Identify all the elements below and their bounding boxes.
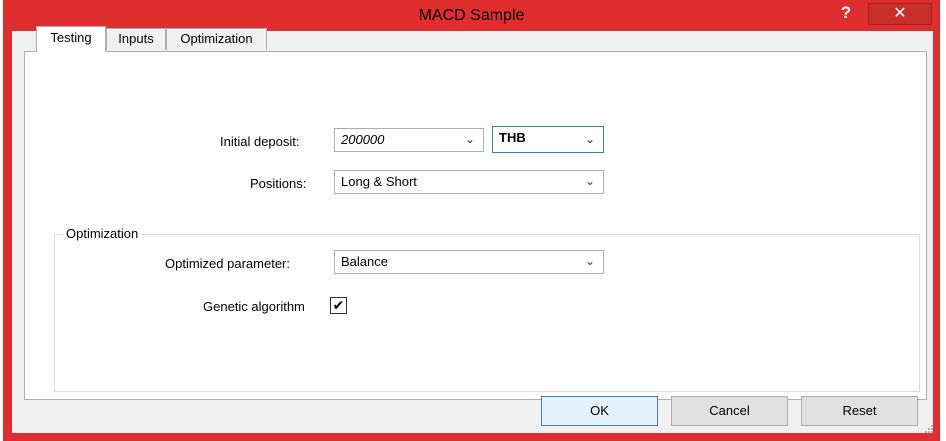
title-bar[interactable]: MACD Sample ? ✕ bbox=[3, 0, 940, 31]
currency-value: THB bbox=[499, 130, 526, 145]
chevron-down-icon: ⌄ bbox=[584, 132, 595, 146]
positions-dropdown[interactable]: Long & Short ⌄ bbox=[334, 170, 604, 194]
initial-deposit-value: 200000 bbox=[341, 132, 385, 147]
optimized-parameter-label: Optimized parameter: bbox=[165, 256, 290, 271]
checkmark-icon: ✔ bbox=[332, 297, 345, 313]
resize-grip-icon[interactable] bbox=[924, 424, 934, 434]
chevron-down-icon: ⌄ bbox=[584, 174, 595, 188]
window-title: MACD Sample bbox=[418, 7, 525, 24]
chevron-down-icon: ⌄ bbox=[584, 254, 595, 268]
cancel-button[interactable]: Cancel bbox=[671, 396, 788, 426]
positions-value: Long & Short bbox=[341, 174, 417, 189]
optimized-parameter-dropdown[interactable]: Balance ⌄ bbox=[334, 250, 604, 274]
reset-button[interactable]: Reset bbox=[801, 396, 918, 426]
optimized-parameter-value: Balance bbox=[341, 254, 388, 269]
optimization-group-title: Optimization bbox=[63, 226, 142, 241]
tab-optimization[interactable]: Optimization bbox=[166, 28, 267, 50]
resize-grip-graphic bbox=[925, 425, 933, 433]
close-icon[interactable]: ✕ bbox=[868, 3, 932, 25]
ok-button[interactable]: OK bbox=[541, 396, 658, 426]
currency-dropdown[interactable]: THB ⌄ bbox=[492, 126, 604, 153]
initial-deposit-dropdown[interactable]: 200000 ⌄ bbox=[334, 128, 484, 152]
chevron-down-icon: ⌄ bbox=[464, 132, 475, 146]
positions-label: Positions: bbox=[250, 176, 307, 191]
genetic-algorithm-checkbox[interactable]: ✔ bbox=[330, 297, 347, 314]
genetic-algorithm-label: Genetic algorithm bbox=[203, 299, 305, 314]
tab-inputs[interactable]: Inputs bbox=[106, 28, 166, 50]
tab-testing[interactable]: Testing bbox=[36, 26, 106, 52]
help-icon[interactable]: ? bbox=[832, 1, 860, 27]
initial-deposit-label: Initial deposit: bbox=[220, 134, 300, 149]
